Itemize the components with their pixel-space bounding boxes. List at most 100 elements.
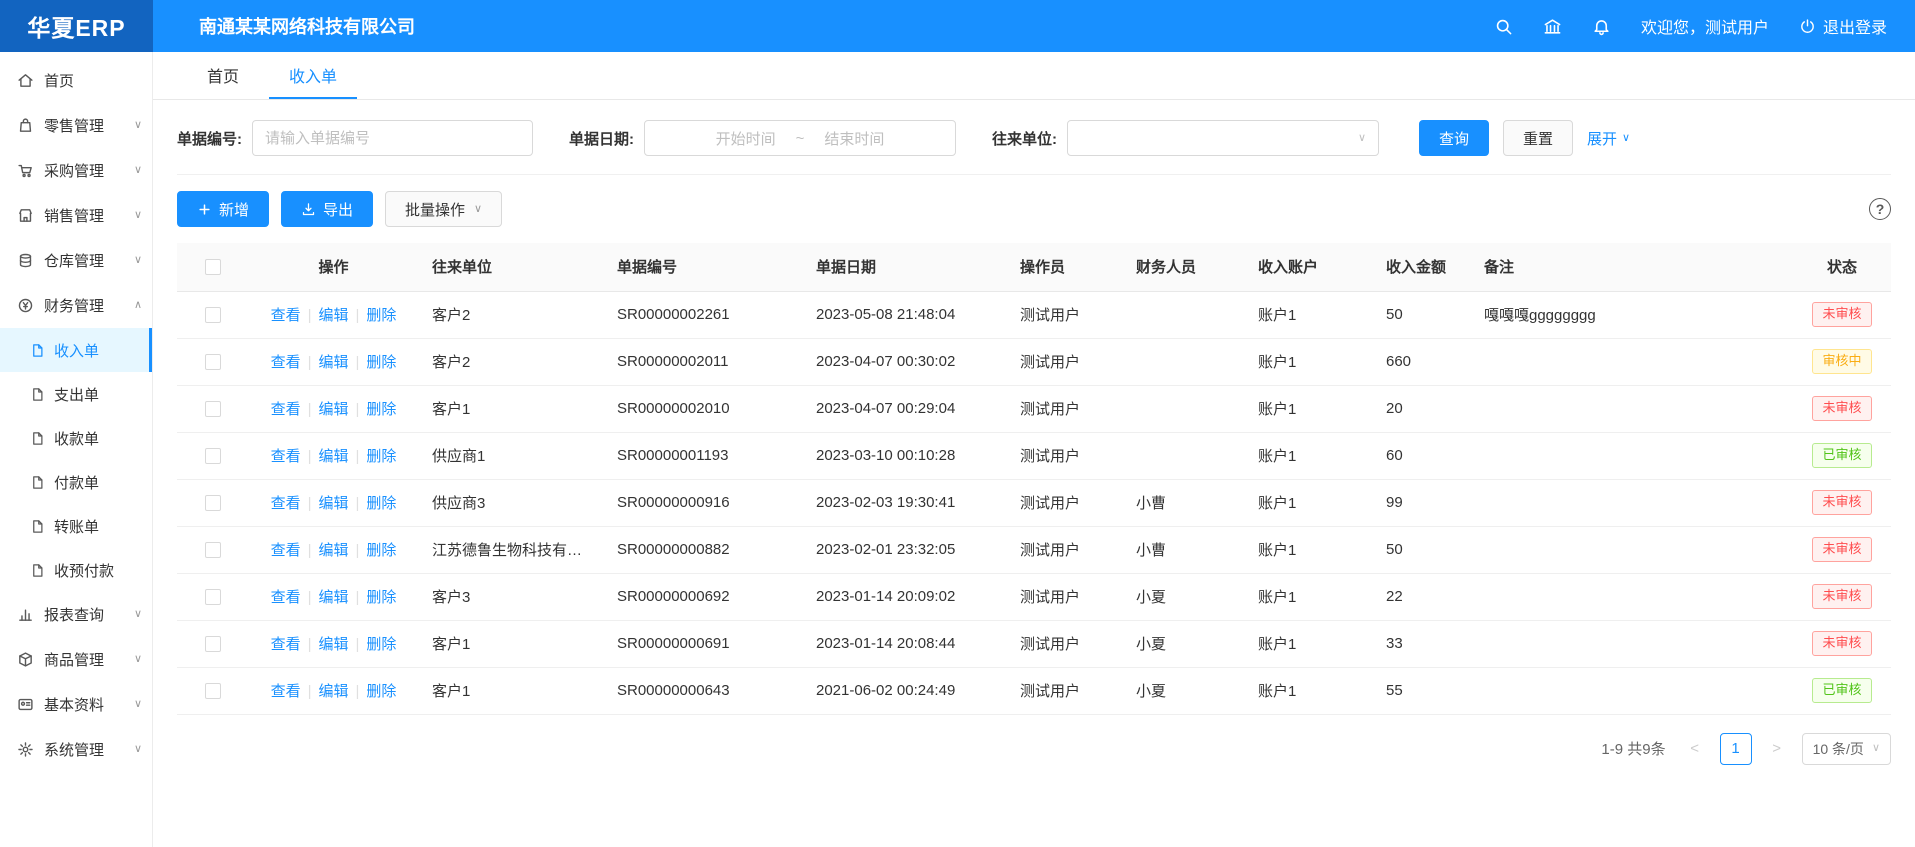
delete-link[interactable]: 删除 — [366, 307, 396, 324]
link-separator: | — [308, 401, 312, 418]
status-badge: 未审核 — [1812, 302, 1871, 327]
row-checkbox[interactable] — [205, 401, 221, 417]
actions-cell: 查看|编辑|删除 — [249, 432, 418, 479]
sidebar-subitem-receipt-order[interactable]: 收款单 — [0, 416, 152, 460]
edit-link[interactable]: 编辑 — [318, 495, 348, 512]
bell-icon[interactable] — [1592, 17, 1611, 36]
edit-link[interactable]: 编辑 — [318, 307, 348, 324]
sidebar-item-goods[interactable]: 商品管理∨ — [0, 637, 152, 682]
edit-link[interactable]: 编辑 — [318, 542, 348, 559]
power-icon — [1799, 18, 1816, 35]
sidebar-item-report[interactable]: 报表查询∨ — [0, 592, 152, 637]
delete-link[interactable]: 删除 — [366, 354, 396, 371]
row-checkbox[interactable] — [205, 307, 221, 323]
sidebar-item-finance[interactable]: 财务管理∧ — [0, 283, 152, 328]
cell-amount: 99 — [1372, 479, 1470, 526]
sidebar-subitem-income-order[interactable]: 收入单 — [0, 328, 152, 372]
edit-link[interactable]: 编辑 — [318, 401, 348, 418]
table-row: 查看|编辑|删除客户1SR000000006432021-06-02 00:24… — [177, 667, 1891, 714]
row-checkbox[interactable] — [205, 636, 221, 652]
cell-amount: 20 — [1372, 385, 1470, 432]
welcome-user-text[interactable]: 欢迎您，测试用户 — [1641, 14, 1769, 38]
sidebar-subitem-advance-payment[interactable]: 收预付款 — [0, 548, 152, 592]
export-button[interactable]: 导出 — [281, 191, 373, 227]
view-link[interactable]: 查看 — [271, 354, 301, 371]
header-actions: 欢迎您，测试用户 退出登录 — [1494, 14, 1887, 38]
view-link[interactable]: 查看 — [271, 636, 301, 653]
view-link[interactable]: 查看 — [271, 542, 301, 559]
add-button[interactable]: 新增 — [177, 191, 269, 227]
delete-link[interactable]: 删除 — [366, 495, 396, 512]
chevron-down-icon: ∨ — [134, 120, 142, 131]
prev-page-button[interactable]: < — [1680, 734, 1710, 764]
row-checkbox[interactable] — [205, 354, 221, 370]
column-header-4: 操作员 — [1006, 243, 1122, 291]
search-icon[interactable] — [1494, 17, 1513, 36]
edit-link[interactable]: 编辑 — [318, 636, 348, 653]
reset-button[interactable]: 重置 — [1503, 120, 1573, 156]
page-size-select[interactable]: 10 条/页 ∨ — [1802, 733, 1891, 765]
sidebar-subitem-expense-order[interactable]: 支出单 — [0, 372, 152, 416]
cell-amount: 50 — [1372, 526, 1470, 573]
sidebar-subitem-payment-order[interactable]: 付款单 — [0, 460, 152, 504]
sidebar-item-system[interactable]: 系统管理∨ — [0, 727, 152, 772]
next-page-button[interactable]: > — [1762, 734, 1792, 764]
link-separator: | — [356, 683, 360, 700]
edit-link[interactable]: 编辑 — [318, 589, 348, 606]
edit-link[interactable]: 编辑 — [318, 448, 348, 465]
delete-link[interactable]: 删除 — [366, 636, 396, 653]
batch-operations-button[interactable]: 批量操作 ∨ — [385, 191, 502, 227]
view-link[interactable]: 查看 — [271, 495, 301, 512]
row-checkbox[interactable] — [205, 448, 221, 464]
view-link[interactable]: 查看 — [271, 589, 301, 606]
row-checkbox[interactable] — [205, 495, 221, 511]
view-link[interactable]: 查看 — [271, 307, 301, 324]
expand-link[interactable]: 展开 ∨ — [1587, 128, 1630, 149]
unit-select[interactable]: ∨ — [1067, 120, 1379, 156]
column-header-9: 状态 — [1793, 243, 1891, 291]
row-checkbox[interactable] — [205, 683, 221, 699]
actions-cell: 查看|编辑|删除 — [249, 291, 418, 338]
doc-number-label: 单据编号: — [177, 128, 242, 149]
logout-button[interactable]: 退出登录 — [1799, 14, 1887, 38]
row-checkbox[interactable] — [205, 589, 221, 605]
sidebar-item-warehouse[interactable]: 仓库管理∨ — [0, 238, 152, 283]
cell-account: 账户1 — [1244, 479, 1372, 526]
chevron-down-icon: ∨ — [134, 609, 142, 620]
app-window: 华夏ERP 南通某某网络科技有限公司 欢迎您，测试用户 退出登录 首页零售管理∨… — [0, 0, 1915, 847]
doc-number-input[interactable] — [252, 120, 533, 156]
row-checkbox[interactable] — [205, 542, 221, 558]
sidebar-item-home[interactable]: 首页 — [0, 58, 152, 103]
view-link[interactable]: 查看 — [271, 683, 301, 700]
app-logo[interactable]: 华夏ERP — [0, 0, 153, 52]
delete-link[interactable]: 删除 — [366, 401, 396, 418]
tab-income-order[interactable]: 收入单 — [269, 52, 357, 99]
view-link[interactable]: 查看 — [271, 448, 301, 465]
page-number-current[interactable]: 1 — [1720, 733, 1752, 765]
sidebar-item-purchase[interactable]: 采购管理∨ — [0, 148, 152, 193]
table-row: 查看|编辑|删除客户3SR000000006922023-01-14 20:09… — [177, 573, 1891, 620]
view-link[interactable]: 查看 — [271, 401, 301, 418]
sidebar-subitem-transfer-order[interactable]: 转账单 — [0, 504, 152, 548]
table-row: 查看|编辑|删除客户2SR000000022612023-05-08 21:48… — [177, 291, 1891, 338]
search-button[interactable]: 查询 — [1419, 120, 1489, 156]
column-header-3: 单据日期 — [802, 243, 1006, 291]
delete-link[interactable]: 删除 — [366, 448, 396, 465]
sidebar-item-basic-data[interactable]: 基本资料∨ — [0, 682, 152, 727]
date-range-picker[interactable]: 开始时间 ~ 结束时间 — [644, 120, 956, 156]
column-header-0: 操作 — [249, 243, 418, 291]
cell-amount: 660 — [1372, 338, 1470, 385]
edit-link[interactable]: 编辑 — [318, 354, 348, 371]
delete-link[interactable]: 删除 — [366, 589, 396, 606]
help-icon[interactable]: ? — [1869, 198, 1891, 220]
select-all-checkbox[interactable] — [205, 259, 221, 275]
edit-link[interactable]: 编辑 — [318, 683, 348, 700]
delete-link[interactable]: 删除 — [366, 542, 396, 559]
sidebar-item-retail[interactable]: 零售管理∨ — [0, 103, 152, 148]
bank-icon[interactable] — [1543, 17, 1562, 36]
delete-link[interactable]: 删除 — [366, 683, 396, 700]
sidebar-item-sales[interactable]: 销售管理∨ — [0, 193, 152, 238]
toolbar: 新增 导出 批量操作 ∨ ? — [177, 191, 1891, 227]
tab-home[interactable]: 首页 — [187, 52, 259, 99]
chevron-down-icon: ∨ — [1358, 133, 1366, 144]
